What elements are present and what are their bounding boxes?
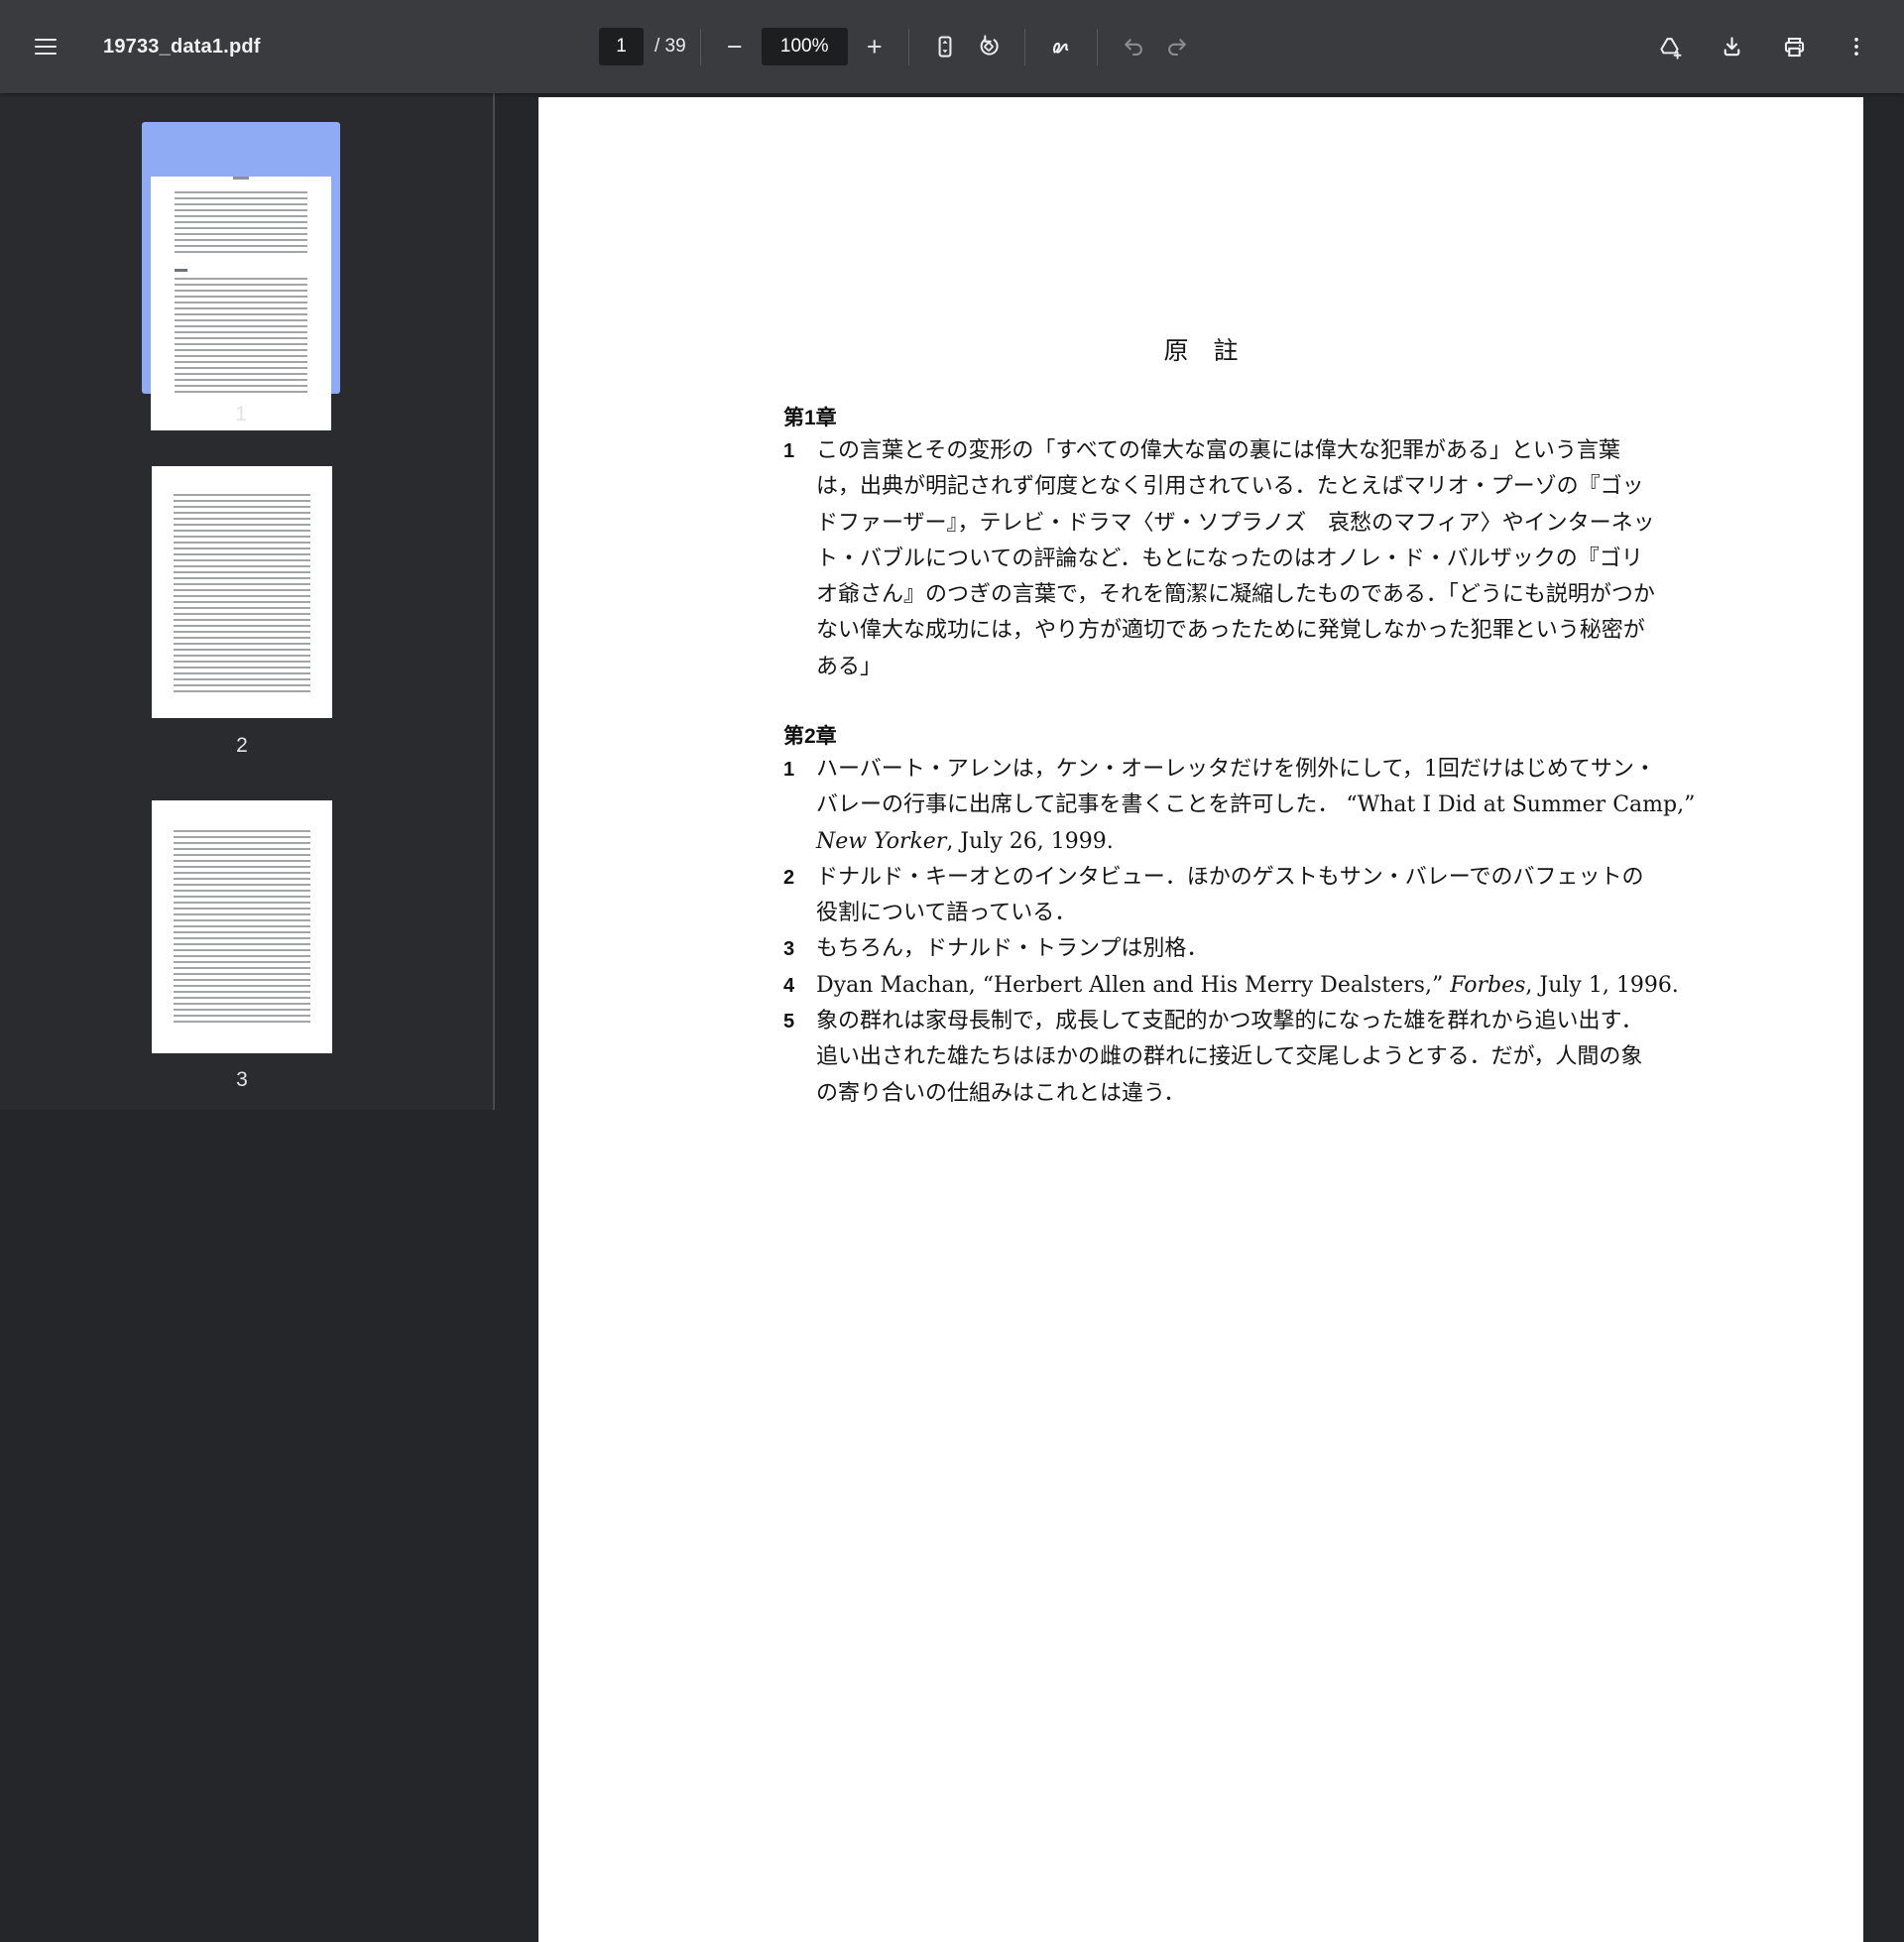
undo-button[interactable] (1112, 25, 1155, 68)
thumbnail-label-3: 3 (236, 1068, 248, 1091)
note-number: 3 (783, 938, 795, 961)
annotate-button[interactable] (1039, 25, 1083, 68)
pdf-page: 原 註 第1章 1 この言葉とその変形の「すべての偉大な富の裏には偉大な犯罪があ… (538, 97, 1863, 1942)
note-line: 2 ドナルド・キーオとのインタビュー．ほかのゲストもサン・バレーでのバフェットの (783, 860, 1656, 896)
note-line: ドファーザー』，テレビ・ドラマ〈ザ・ソプラノズ 哀愁のマフィア〉やインターネッ (816, 510, 1655, 536)
thumbnail-label-1: 1 (235, 403, 247, 425)
note-line: 3 もちろん，ドナルド・トランプは別格． (783, 931, 1656, 967)
toolbar-divider (1023, 28, 1025, 65)
thumbnail-page-1-preview (151, 177, 331, 430)
note-number: 5 (783, 1011, 795, 1033)
rotate-counterclockwise-icon (980, 35, 999, 56)
toolbar-right-group (1647, 0, 1878, 93)
note-line: 役割について語っている． (816, 901, 1077, 926)
note-line: は，出典が明記されず何度となく引用されている．たとえばマリオ・プーゾの『ゴッ (816, 474, 1644, 500)
note-number: 4 (783, 974, 795, 997)
fit-page-button[interactable] (923, 25, 967, 68)
note-line: 1 この言葉とその変形の「すべての偉大な富の裏には偉大な犯罪がある」という言葉 (783, 433, 1656, 469)
chapter-2-notes: 1 ハーバート・アレンは，ケン・オーレッタだけを例外にして，1回だけはじめてサン… (783, 752, 1696, 1112)
download-icon (1724, 36, 1739, 56)
note-number: 1 (783, 440, 795, 462)
thumbnail-label-2: 2 (236, 734, 248, 757)
more-options-icon (1854, 38, 1858, 56)
redo-button[interactable] (1155, 25, 1199, 68)
file-name: 19733_data1.pdf (103, 35, 261, 58)
toolbar-center-group: / 39 − 100% + (599, 0, 1199, 93)
chapter-1-heading: 第1章 (783, 407, 837, 429)
annotate-pen-icon (1053, 42, 1069, 54)
note-line: バレーの行事に出席して記事を書くことを許可した． “What I Did at … (816, 792, 1696, 818)
toolbar-divider (699, 28, 701, 65)
note-line: 5 象の群れは家母長制で，成長して支配的かつ攻撃的になった雄を群れから追い出す． (783, 1004, 1656, 1039)
thumbnail-page-1[interactable] (142, 122, 340, 430)
toolbar-left-group: 19733_data1.pdf (24, 0, 261, 93)
menu-icon (35, 34, 57, 60)
rotate-button[interactable] (967, 25, 1011, 68)
zoom-out-button[interactable]: − (715, 27, 755, 66)
note-line: 4 Dyan Machan, “Herbert Allen and His Me… (783, 968, 1679, 1004)
note-number: 2 (783, 866, 795, 889)
download-button[interactable] (1710, 25, 1753, 68)
page-count-label: / 39 (654, 36, 686, 57)
toolbar-divider (1096, 28, 1098, 65)
page-number-input[interactable] (599, 28, 644, 65)
add-to-drive-icon (1659, 37, 1682, 60)
zoom-level: 100% (761, 28, 848, 65)
fit-page-icon (938, 36, 952, 58)
note-line: 1 ハーバート・アレンは，ケン・オーレッタだけを例外にして，1回だけはじめてサン… (783, 752, 1656, 788)
print-button[interactable] (1772, 25, 1816, 68)
print-icon (1784, 37, 1804, 57)
note-line: ある」 (816, 654, 883, 679)
note-number: 1 (783, 759, 795, 781)
thumbnail-page-2[interactable] (152, 466, 332, 718)
thumbnail-panel: 1 2 3 (0, 93, 495, 1110)
document-title: 原 註 (1163, 336, 1239, 365)
more-options-button[interactable] (1835, 25, 1878, 68)
note-line: の寄り合いの仕組みはこれとは違う． (816, 1080, 1186, 1106)
redo-icon (1167, 39, 1186, 57)
pdf-toolbar: 19733_data1.pdf / 39 − 100% + (0, 0, 1904, 93)
thumbnail-page-3[interactable] (152, 800, 332, 1053)
note-line: 追い出された雄たちはほかの雌の群れに接近して交尾しようとする．だが，人間の象 (816, 1044, 1643, 1070)
menu-button[interactable] (24, 25, 67, 68)
undo-icon (1124, 39, 1142, 57)
note-line: ない偉大な成功には，やり方が適切であったために発覚しなかった犯罪という秘密が (816, 618, 1645, 644)
note-line: オ爺さん』のつぎの言葉で，それを簡潔に凝縮したものである．「どうにも説明がつか (816, 582, 1655, 608)
add-to-drive-button[interactable] (1647, 25, 1691, 68)
note-line: ト・バブルについての評論など．もとになったのはオノレ・ド・バルザックの『ゴリ (816, 546, 1643, 571)
zoom-in-button[interactable]: + (855, 27, 894, 66)
chapter-1-notes: 1 この言葉とその変形の「すべての偉大な富の裏には偉大な犯罪がある」という言葉 … (783, 433, 1656, 685)
chapter-2-heading: 第2章 (783, 725, 837, 748)
note-line: New Yorker, July 26, 1999. (816, 828, 1114, 854)
toolbar-divider (907, 28, 909, 65)
